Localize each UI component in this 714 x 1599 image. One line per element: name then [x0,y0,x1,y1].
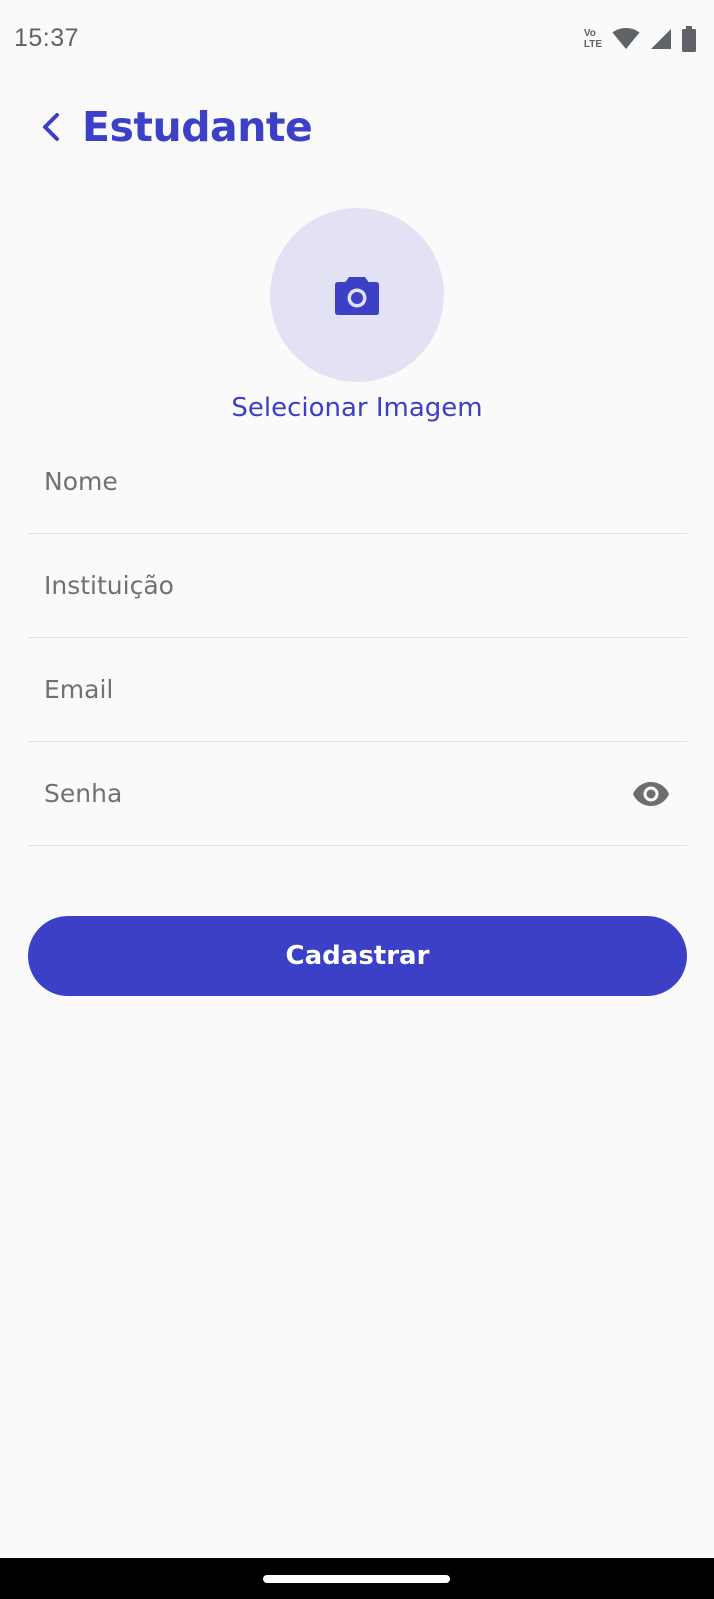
chevron-left-icon [43,113,59,141]
password-visibility-toggle[interactable] [631,776,671,812]
senha-input[interactable] [44,742,644,845]
email-input[interactable] [44,638,644,741]
avatar-picker[interactable] [270,208,444,382]
battery-icon [682,26,696,52]
cadastrar-button[interactable]: Cadastrar [28,916,687,996]
instituicao-input[interactable] [44,534,644,637]
volte-top-label: Vo [583,28,596,39]
header: Estudante [40,100,313,154]
cell-signal-icon [651,29,671,49]
senha-field [28,742,687,846]
status-time: 15:37 [14,24,80,52]
camera-icon [335,277,379,315]
home-indicator[interactable] [263,1575,450,1583]
email-field [28,638,687,742]
signup-screen: 15:37 Vo LTE Estudante Selecionar Imagem… [0,0,714,1599]
volte-bottom-label: LTE [583,39,602,50]
nome-input[interactable] [44,430,644,533]
status-icons: Vo LTE [584,24,696,54]
system-nav-bar [0,1558,714,1599]
eye-icon [633,782,669,806]
page-title: Estudante [82,103,313,151]
status-bar: 15:37 Vo LTE [0,0,714,78]
wifi-icon [612,28,640,49]
volte-icon: Vo LTE [584,28,602,50]
back-button[interactable] [40,107,70,147]
instituicao-field [28,534,687,638]
nome-field [28,430,687,534]
select-image-link[interactable]: Selecionar Imagem [0,393,714,423]
